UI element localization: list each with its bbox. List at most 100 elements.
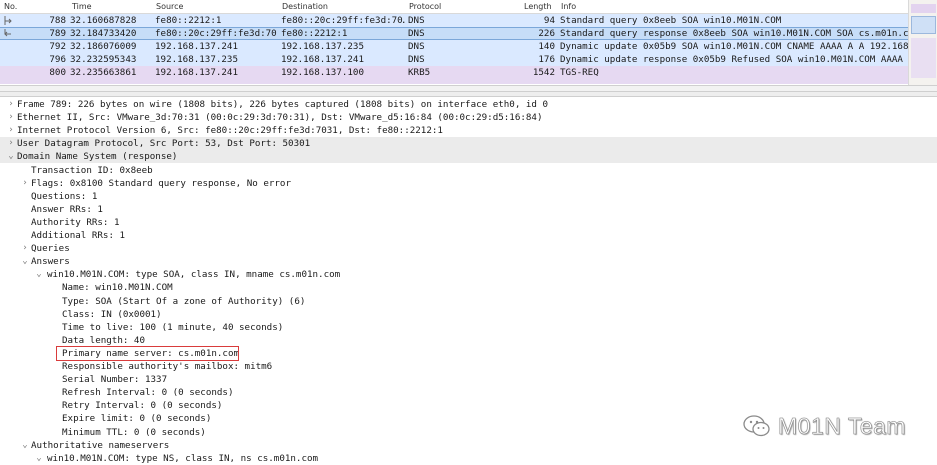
tree-row[interactable]: ⌄ Answers bbox=[0, 255, 937, 268]
packet-time: 32.184733420 bbox=[70, 28, 137, 39]
response-link-icon bbox=[4, 29, 11, 37]
packet-info: TGS-REQ bbox=[560, 67, 599, 78]
packet-row[interactable]: 796 32.232595343 192.168.137.235 192.168… bbox=[0, 53, 937, 66]
tree-row[interactable]: › User Datagram Protocol, Src Port: 53, D… bbox=[0, 137, 937, 151]
column-header-info[interactable]: Info bbox=[561, 2, 576, 11]
tree-row[interactable]: Additional RRs: 1 bbox=[0, 229, 937, 242]
tree-row-label: win10.M01N.COM: type NS, class IN, ns cs… bbox=[47, 452, 319, 464]
tree-row[interactable]: Name: win10.M01N.COM bbox=[0, 281, 937, 294]
packet-time: 32.186076009 bbox=[70, 41, 137, 52]
packet-list-minimap-scrollbar[interactable] bbox=[908, 0, 937, 91]
chevron-right-icon[interactable]: › bbox=[6, 124, 16, 137]
tree-row[interactable]: › Frame 789: 226 bytes on wire (1808 bits… bbox=[0, 98, 937, 111]
packet-protocol: DNS bbox=[408, 41, 425, 52]
tree-row[interactable]: Transaction ID: 0x8eeb bbox=[0, 164, 937, 177]
tree-row-label: Minimum TTL: 0 (0 seconds) bbox=[62, 426, 206, 438]
minimap-segment bbox=[911, 38, 936, 78]
tree-row-label: Answers bbox=[31, 256, 70, 268]
packet-protocol: KRB5 bbox=[408, 67, 431, 78]
chevron-down-icon[interactable]: ⌄ bbox=[20, 439, 30, 452]
packet-details-tree: › Frame 789: 226 bytes on wire (1808 bits… bbox=[0, 96, 937, 465]
chevron-right-icon[interactable]: › bbox=[6, 111, 16, 124]
watermark-text: M01N Team bbox=[778, 412, 907, 439]
tree-row[interactable]: Class: IN (0x0001) bbox=[0, 308, 937, 321]
packet-info: Standard query response 0x8eeb SOA win10… bbox=[560, 28, 908, 39]
column-header-destination[interactable]: Destination bbox=[282, 2, 328, 11]
tree-row-label: Internet Protocol Version 6, Src: fe80::… bbox=[17, 125, 443, 137]
tree-row-label: Serial Number: 1337 bbox=[62, 374, 168, 386]
packet-time: 32.235663861 bbox=[70, 67, 137, 78]
packet-no: 796 bbox=[49, 54, 66, 65]
packet-destination: 192.168.137.235 bbox=[281, 41, 364, 52]
tree-row-label: Authoritative nameservers bbox=[31, 439, 170, 451]
tree-row-label: Answer RRs: 1 bbox=[31, 203, 103, 215]
column-header-protocol[interactable]: Protocol bbox=[409, 2, 441, 11]
chevron-down-icon[interactable]: ⌄ bbox=[6, 150, 16, 163]
tree-row-label: Flags: 0x8100 Standard query response, N… bbox=[31, 177, 291, 189]
packet-row-selected[interactable]: 789 32.184733420 fe80::20c:29ff:fe3d:70…… bbox=[0, 27, 937, 40]
chevron-down-icon[interactable]: ⌄ bbox=[20, 255, 30, 268]
chevron-down-icon[interactable]: ⌄ bbox=[34, 268, 44, 281]
packet-row[interactable]: 788 32.160687828 fe80::2212:1 fe80::20c:… bbox=[0, 14, 937, 27]
packet-no: 792 bbox=[49, 41, 66, 52]
tree-row-label: Queries bbox=[31, 243, 70, 255]
packet-length: 226 bbox=[538, 28, 555, 39]
column-header-source[interactable]: Source bbox=[156, 2, 183, 11]
packet-no: 789 bbox=[49, 28, 66, 39]
tree-row-label: Refresh Interval: 0 (0 seconds) bbox=[62, 387, 234, 399]
tree-row[interactable]: Serial Number: 1337 bbox=[0, 373, 937, 386]
packet-length: 1542 bbox=[532, 67, 555, 78]
packet-source: 192.168.137.241 bbox=[155, 41, 238, 52]
tree-row-label: Authority RRs: 1 bbox=[31, 216, 120, 228]
packet-list-header: No. Time Source Destination Protocol Len… bbox=[0, 0, 937, 14]
chevron-right-icon[interactable]: › bbox=[6, 98, 16, 111]
tree-row[interactable]: › Ethernet II, Src: VMware_3d:70:31 (00:0… bbox=[0, 111, 937, 124]
column-header-length[interactable]: Length bbox=[524, 2, 552, 11]
tree-row[interactable]: › Internet Protocol Version 6, Src: fe80:… bbox=[0, 124, 937, 137]
wechat-icon bbox=[743, 415, 770, 437]
tree-row-label: Type: SOA (Start Of a zone of Authority)… bbox=[62, 295, 306, 307]
packet-destination: fe80::20c:29ff:fe3d:70… bbox=[281, 15, 405, 26]
column-header-no[interactable]: No. bbox=[4, 2, 17, 11]
tree-row[interactable]: Data length: 40 bbox=[0, 334, 937, 347]
column-header-time[interactable]: Time bbox=[72, 2, 92, 11]
chevron-down-icon[interactable]: ⌄ bbox=[34, 452, 44, 465]
packet-list: No. Time Source Destination Protocol Len… bbox=[0, 0, 937, 91]
packet-source: 192.168.137.241 bbox=[155, 67, 238, 78]
tree-row-label: win10.M01N.COM: type SOA, class IN, mnam… bbox=[47, 269, 341, 281]
packet-info: Dynamic update 0x05b9 SOA win10.M01N.COM… bbox=[560, 41, 908, 52]
tree-row[interactable]: Questions: 1 bbox=[0, 190, 937, 203]
watermark: M01N Team bbox=[742, 411, 906, 441]
packet-info: Standard query 0x8eeb SOA win10.M01N.COM bbox=[560, 15, 782, 26]
packet-length: 94 bbox=[543, 15, 555, 26]
tree-row-label: Data length: 40 bbox=[62, 334, 145, 346]
chevron-right-icon[interactable]: › bbox=[6, 137, 16, 150]
packet-destination: fe80::2212:1 bbox=[281, 28, 348, 39]
packet-source: 192.168.137.235 bbox=[155, 54, 238, 65]
tree-row-label: Expire limit: 0 (0 seconds) bbox=[62, 413, 212, 425]
tree-row[interactable]: › Queries bbox=[0, 242, 937, 255]
packet-source: fe80::20c:29ff:fe3d:70… bbox=[155, 28, 277, 39]
tree-row[interactable]: ⌄ win10.M01N.COM: type SOA, class IN, mna… bbox=[0, 268, 937, 281]
packet-destination: 192.168.137.241 bbox=[281, 54, 364, 65]
minimap-thumb[interactable] bbox=[911, 16, 936, 34]
tree-row[interactable]: Time to live: 100 (1 minute, 40 seconds) bbox=[0, 321, 937, 334]
packet-source: fe80::2212:1 bbox=[155, 15, 222, 26]
chevron-right-icon[interactable]: › bbox=[20, 177, 30, 190]
tree-row-label: Domain Name System (response) bbox=[17, 151, 178, 163]
packet-row-partial[interactable] bbox=[0, 79, 937, 84]
chevron-right-icon[interactable]: › bbox=[20, 242, 30, 255]
tree-row[interactable]: Responsible authority's mailbox: mitm6 bbox=[0, 360, 937, 373]
packet-length: 176 bbox=[538, 54, 555, 65]
tree-row[interactable]: Authority RRs: 1 bbox=[0, 216, 937, 229]
packet-row[interactable]: 800 32.235663861 192.168.137.241 192.168… bbox=[0, 66, 937, 79]
tree-row[interactable]: Type: SOA (Start Of a zone of Authority)… bbox=[0, 295, 937, 308]
tree-row[interactable]: › Flags: 0x8100 Standard query response, … bbox=[0, 177, 937, 190]
packet-info: Dynamic update response 0x05b9 Refused S… bbox=[560, 54, 908, 65]
packet-protocol: DNS bbox=[408, 28, 425, 39]
tree-row[interactable]: ⌄ Domain Name System (response) bbox=[0, 150, 937, 164]
tree-row[interactable]: ⌄ win10.M01N.COM: type NS, class IN, ns c… bbox=[0, 452, 937, 465]
tree-row[interactable]: Answer RRs: 1 bbox=[0, 203, 937, 216]
tree-row[interactable]: Refresh Interval: 0 (0 seconds) bbox=[0, 386, 937, 399]
packet-row[interactable]: 792 32.186076009 192.168.137.241 192.168… bbox=[0, 40, 937, 53]
